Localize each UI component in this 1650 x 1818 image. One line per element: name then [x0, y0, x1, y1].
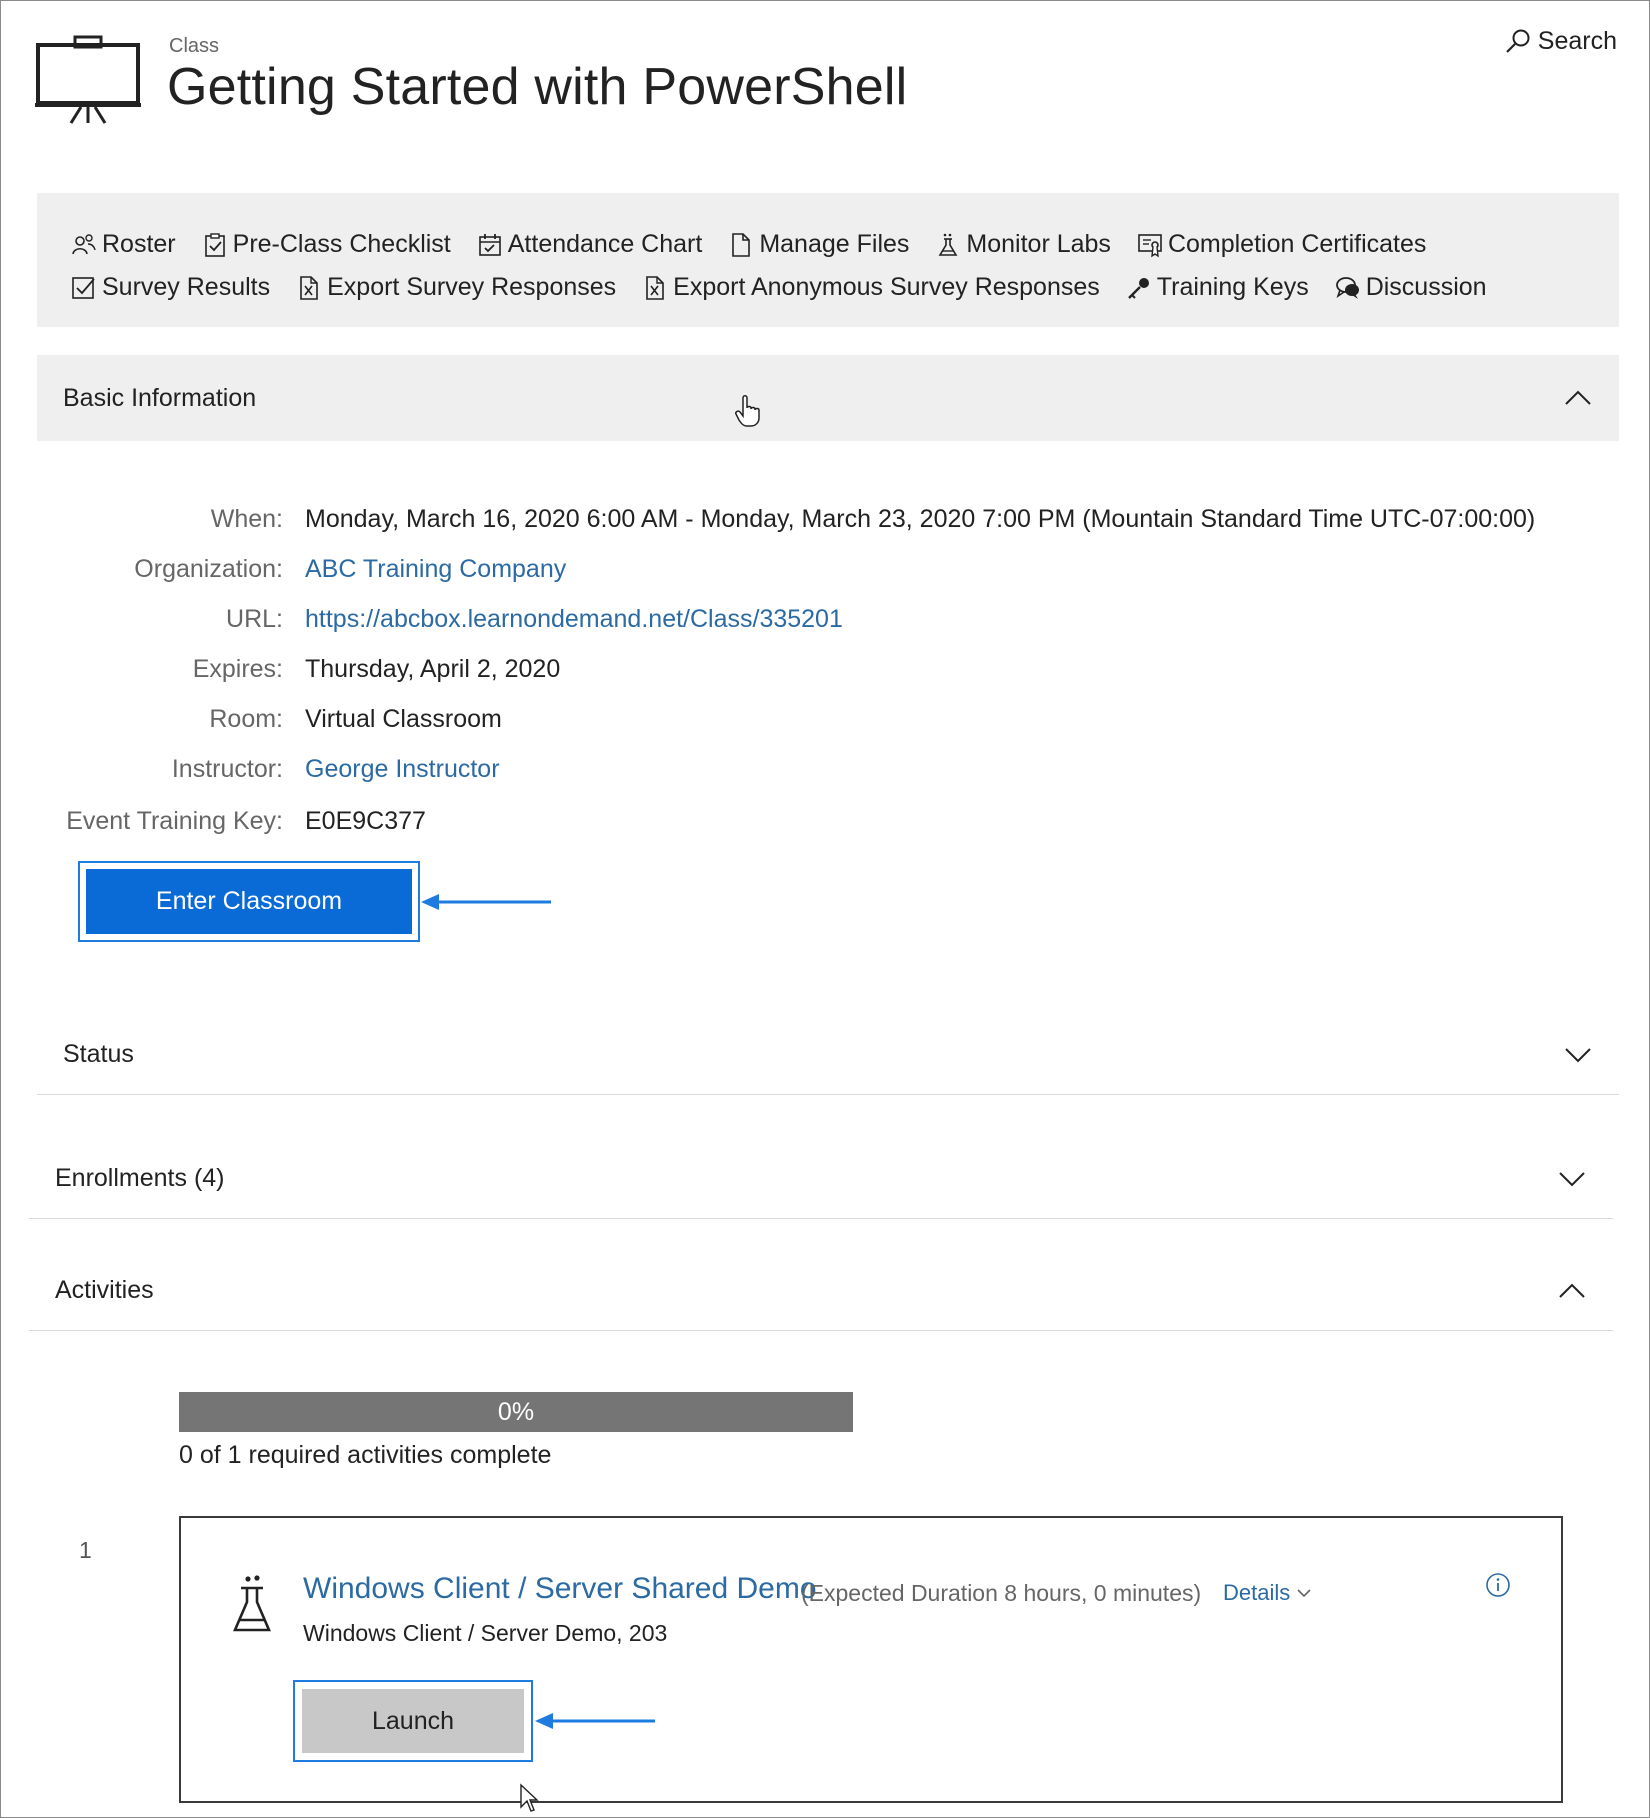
toolbar-export-survey-responses-label: Export Survey Responses [327, 273, 617, 301]
activities-progress-bar: 0% [179, 1392, 853, 1432]
organization-link[interactable]: ABC Training Company [305, 555, 566, 584]
toolbar-monitor-labs-label: Monitor Labs [966, 230, 1111, 258]
callout-arrow-icon [421, 894, 551, 910]
info-row-event-training-key: Event Training Key: E0E9C377 [37, 801, 426, 841]
toolbar-roster-label: Roster [102, 230, 176, 258]
activity-card: Windows Client / Server Shared Demo (Exp… [179, 1516, 1563, 1803]
toolbar-row-1: Roster Pre-Class Checklist Attendance Ch… [71, 223, 1619, 266]
toolbar-discussion-label: Discussion [1365, 273, 1487, 301]
room-value: Virtual Classroom [305, 704, 502, 733]
class-toolbar: Roster Pre-Class Checklist Attendance Ch… [37, 193, 1619, 327]
event-training-key-label: Event Training Key: [66, 806, 283, 835]
toolbar-survey-results-label: Survey Results [102, 273, 271, 301]
activity-duration: (Expected Duration 8 hours, 0 minutes) [801, 1580, 1202, 1606]
toolbar-manage-files[interactable]: Manage Files [728, 230, 909, 259]
key-icon [1126, 275, 1152, 301]
room-label: Room: [209, 704, 283, 733]
progress-summary-text: 0 of 1 required activities complete [179, 1441, 552, 1469]
toolbar-export-survey-responses[interactable]: Export Survey Responses [296, 273, 616, 302]
toolbar-training-keys-label: Training Keys [1156, 273, 1309, 301]
toolbar-attendance-chart-label: Attendance Chart [507, 230, 703, 258]
checkbox-icon [71, 275, 97, 301]
instructor-link[interactable]: George Instructor [305, 755, 500, 784]
toolbar-survey-results[interactable]: Survey Results [71, 273, 270, 302]
chevron-up-icon [1559, 1283, 1585, 1298]
info-row-organization: Organization: ABC Training Company [37, 549, 566, 589]
expires-value: Thursday, April 2, 2020 [305, 654, 561, 683]
chevron-down-icon [1559, 1171, 1585, 1186]
toolbar-export-anonymous-survey-responses[interactable]: Export Anonymous Survey Responses [642, 273, 1100, 302]
url-label: URL: [226, 604, 283, 633]
info-row-expires: Expires: Thursday, April 2, 2020 [37, 649, 561, 689]
toolbar-monitor-labs[interactable]: Monitor Labs [935, 230, 1111, 259]
activity-subtitle: Windows Client / Server Demo, 203 [303, 1620, 668, 1646]
status-title: Status [63, 1040, 134, 1068]
status-header[interactable]: Status [37, 1015, 1619, 1095]
info-row-room: Room: Virtual Classroom [37, 699, 502, 739]
excel-icon [296, 275, 322, 301]
callout-arrow-icon [535, 1713, 655, 1729]
info-row-url: URL: https://abcbox.learnondemand.net/Cl… [37, 599, 843, 639]
basic-information-header[interactable]: Basic Information [37, 355, 1619, 441]
organization-label: Organization: [134, 554, 283, 583]
page-frame: Class Getting Started with PowerShell Se… [0, 0, 1650, 1818]
enrollments-header[interactable]: Enrollments (4) [29, 1139, 1613, 1219]
when-value: Monday, March 16, 2020 6:00 AM - Monday,… [305, 504, 1536, 533]
search-icon [1506, 29, 1530, 53]
lab-flask-icon [233, 1575, 271, 1632]
event-training-key-value: E0E9C377 [305, 806, 426, 835]
file-icon [728, 232, 754, 258]
activity-details-toggle[interactable]: Details [1223, 1580, 1312, 1606]
chevron-down-icon [1297, 1589, 1311, 1598]
progress-percent-label: 0% [497, 1397, 535, 1426]
class-url-link[interactable]: https://abcbox.learnondemand.net/Class/3… [305, 605, 843, 634]
instructor-label: Instructor: [171, 754, 283, 783]
hand-cursor-icon [735, 395, 760, 427]
activities-title: Activities [55, 1276, 154, 1304]
flask-icon [935, 232, 961, 258]
page-title: Getting Started with PowerShell [167, 58, 908, 116]
toolbar-pre-class-checklist-label: Pre-Class Checklist [232, 230, 451, 258]
toolbar-training-keys[interactable]: Training Keys [1126, 273, 1309, 302]
info-row-when: When: Monday, March 16, 2020 6:00 AM - M… [37, 499, 1536, 539]
toolbar-completion-certificates[interactable]: Completion Certificates [1137, 230, 1426, 259]
toolbar-discussion[interactable]: Discussion [1335, 273, 1487, 302]
toolbar-pre-class-checklist[interactable]: Pre-Class Checklist [202, 230, 451, 259]
pointer-cursor-icon [520, 1783, 539, 1812]
when-label: When: [210, 504, 283, 533]
chevron-up-icon [1565, 390, 1591, 405]
toolbar-completion-certificates-label: Completion Certificates [1167, 230, 1427, 258]
details-label: Details [1223, 1580, 1291, 1605]
toolbar-roster[interactable]: Roster [71, 230, 176, 259]
search-link[interactable]: Search [1504, 27, 1617, 56]
roster-icon [71, 232, 97, 258]
basic-information-title: Basic Information [63, 383, 257, 412]
toolbar-manage-files-label: Manage Files [759, 230, 910, 258]
page-category-label: Class [169, 35, 220, 57]
activity-index: 1 [79, 1537, 92, 1563]
chevron-down-icon [1565, 1047, 1591, 1062]
calendar-icon [477, 232, 503, 258]
activities-header[interactable]: Activities [29, 1251, 1613, 1331]
expires-label: Expires: [192, 654, 283, 683]
info-icon[interactable] [1485, 1572, 1511, 1598]
toolbar-export-anonymous-survey-responses-label: Export Anonymous Survey Responses [673, 273, 1100, 301]
enrollments-title: Enrollments (4) [55, 1164, 225, 1192]
checklist-icon [202, 232, 228, 258]
toolbar-attendance-chart[interactable]: Attendance Chart [477, 230, 703, 259]
search-label: Search [1537, 27, 1617, 55]
toolbar-row-2: Survey Results Export Survey Responses E… [71, 266, 1619, 309]
excel-icon [642, 275, 668, 301]
certificate-icon [1137, 232, 1163, 258]
launch-button[interactable]: Launch [302, 1689, 524, 1753]
launch-highlight: Launch [293, 1680, 533, 1762]
presentation-board-icon [35, 35, 141, 124]
activity-title-link[interactable]: Windows Client / Server Shared Demo [303, 1572, 817, 1606]
info-row-instructor: Instructor: George Instructor [37, 749, 500, 789]
enter-classroom-highlight: Enter Classroom [78, 861, 420, 942]
chat-icon [1335, 275, 1361, 301]
enter-classroom-button[interactable]: Enter Classroom [86, 869, 412, 934]
